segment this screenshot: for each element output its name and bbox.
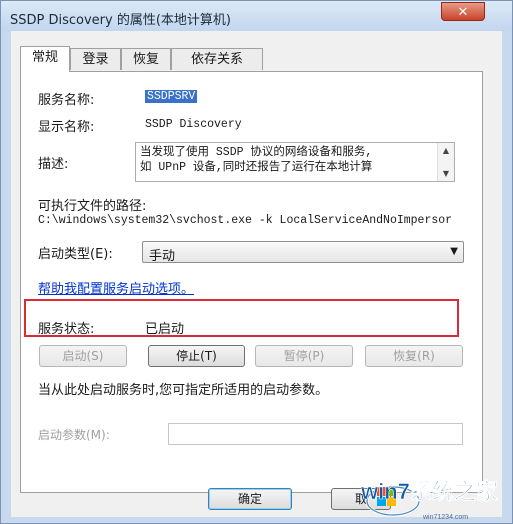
resume-button[interactable]: 恢复(R): [365, 345, 463, 367]
tab-dependencies[interactable]: 依存关系: [171, 48, 263, 70]
svg-text:win71234.com: win71234.com: [422, 514, 468, 521]
title-bar[interactable]: SSDP Discovery 的属性(本地计算机) ✕: [1, 1, 512, 31]
description-label: 描述:: [38, 157, 69, 172]
display-name-value: SSDP Discovery: [145, 118, 242, 131]
description-text: 当发现了使用 SSDP 协议的网络设备和服务, 如 UPnP 设备,同时还报告了…: [140, 146, 373, 174]
startup-type-value: 手动: [149, 249, 176, 264]
ok-button[interactable]: 确定: [208, 488, 292, 510]
close-icon: ✕: [457, 5, 469, 20]
tab-dependencies-label: 依存关系: [190, 52, 243, 67]
window-title: SSDP Discovery 的属性(本地计算机): [10, 13, 231, 28]
service-name-label: 服务名称:: [38, 93, 95, 108]
properties-dialog: SSDP Discovery 的属性(本地计算机) ✕ 常规 登录 恢复 依存关…: [0, 0, 513, 524]
display-name-label: 显示名称:: [38, 120, 95, 135]
path-value: C:\windows\system32\svchost.exe -k Local…: [38, 214, 453, 227]
service-name-value[interactable]: SSDPSRV: [145, 90, 198, 103]
tab-general[interactable]: 常规: [20, 46, 70, 72]
scroll-up-icon[interactable]: ▲: [438, 146, 454, 155]
dialog-client-area: 常规 登录 恢复 依存关系 服务名称: SSDPSRV 显示名称: SSDP D…: [11, 31, 502, 517]
stop-button[interactable]: 停止(T): [148, 345, 245, 367]
description-box[interactable]: 当发现了使用 SSDP 协议的网络设备和服务, 如 UPnP 设备,同时还报告了…: [135, 142, 455, 182]
win7-watermark-logo: win7系统之家 win71234.com: [360, 479, 499, 521]
chevron-down-icon: ▼: [450, 246, 458, 257]
tab-logon[interactable]: 登录: [70, 48, 121, 70]
tab-recovery[interactable]: 恢复: [121, 48, 171, 70]
svg-text:win7系统之家: win7系统之家: [360, 479, 499, 504]
start-params-label: 启动参数(M):: [38, 428, 110, 442]
tab-logon-label: 登录: [82, 52, 109, 67]
service-status-label: 服务状态:: [38, 322, 95, 337]
start-button[interactable]: 启动(S): [39, 345, 127, 367]
start-params-hint: 当从此处启动服务时,您可指定所适用的启动参数。: [38, 383, 329, 398]
path-label: 可执行文件的路径:: [38, 199, 147, 214]
general-tab-panel: 服务名称: SSDPSRV 显示名称: SSDP Discovery 描述: 当…: [20, 71, 483, 493]
description-scrollbar[interactable]: ▲ ▼: [437, 143, 454, 181]
service-status-value: 已启动: [145, 322, 185, 337]
start-params-input[interactable]: [168, 423, 463, 445]
pause-button[interactable]: 暂停(P): [255, 345, 353, 367]
help-configure-link[interactable]: 帮助我配置服务启动选项。: [38, 278, 194, 297]
startup-type-select[interactable]: 手动 ▼: [142, 241, 464, 264]
tab-recovery-label: 恢复: [132, 52, 159, 67]
tab-general-label: 常规: [31, 50, 58, 65]
startup-type-label: 启动类型(E):: [38, 247, 113, 262]
close-button[interactable]: ✕: [441, 2, 485, 21]
scroll-down-icon[interactable]: ▼: [438, 169, 454, 178]
